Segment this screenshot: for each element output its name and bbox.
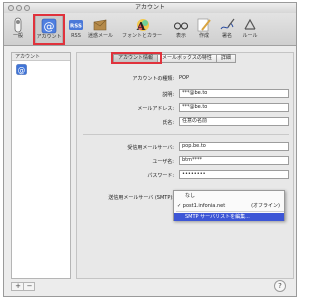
rss-icon: RSS bbox=[69, 20, 83, 30]
toolbar-signatures-label: 署名 bbox=[221, 33, 232, 39]
signature-pen-icon bbox=[220, 18, 235, 30]
description-label: 説明: bbox=[162, 92, 174, 98]
toolbar-viewing[interactable]: 表示 bbox=[170, 14, 192, 44]
screenshot-frame: アカウント 一般 @ アカウント RSS RSS 迷惑メール A フォントとカラ… bbox=[0, 0, 300, 300]
svg-text:RSS: RSS bbox=[70, 24, 82, 30]
password-field[interactable]: •••••••• bbox=[179, 170, 289, 179]
junk-mail-icon bbox=[93, 19, 107, 31]
toolbar-rss[interactable]: RSS RSS bbox=[65, 14, 87, 44]
email-label: メールアドレス: bbox=[137, 106, 174, 112]
close-window-button[interactable] bbox=[8, 5, 14, 11]
tab-mailbox-behaviors[interactable]: メールボックスの特性 bbox=[158, 54, 217, 63]
svg-text:A: A bbox=[136, 20, 146, 33]
fullname-field[interactable]: 任意の名前 bbox=[179, 117, 289, 126]
incoming-server-field[interactable]: pop.be.to bbox=[179, 142, 289, 151]
popup-separator bbox=[176, 211, 284, 212]
fonts-colors-icon: A bbox=[136, 19, 149, 33]
toolbar-rules-label: ルール bbox=[242, 33, 258, 39]
email-field[interactable]: ***@be.to bbox=[179, 103, 289, 112]
general-switch-icon bbox=[14, 17, 22, 33]
remove-account-button[interactable]: − bbox=[23, 283, 35, 290]
toolbar-general-label: 一般 bbox=[12, 33, 23, 39]
section-separator bbox=[83, 134, 289, 135]
viewing-glasses-icon bbox=[174, 22, 188, 30]
account-list-item[interactable]: @ bbox=[16, 64, 27, 75]
account-at-icon: @ bbox=[16, 64, 27, 75]
rules-icon bbox=[244, 18, 256, 30]
account-list-buttons: + − bbox=[11, 282, 35, 291]
toolbar-fonts-colors[interactable]: A フォントとカラー bbox=[122, 14, 162, 44]
account-list-header: アカウント bbox=[12, 53, 70, 61]
toolbar-signatures[interactable]: 署名 bbox=[216, 14, 238, 44]
account-type-label: アカウントの種類: bbox=[132, 76, 174, 82]
username-label: ユーザ名: bbox=[152, 159, 174, 165]
smtp-option-post1[interactable]: ✓ post1.infonia.net (オフライン) bbox=[174, 202, 284, 210]
accounts-tab-highlight bbox=[33, 14, 65, 45]
toolbar-rules[interactable]: ルール bbox=[239, 14, 261, 44]
tab-advanced[interactable]: 詳細 bbox=[216, 54, 236, 63]
svg-text:@: @ bbox=[18, 65, 26, 74]
preferences-toolbar: 一般 @ アカウント RSS RSS 迷惑メール A フォントとカラー 表示 作… bbox=[4, 13, 296, 46]
toolbar-junk-mail[interactable]: 迷惑メール bbox=[88, 14, 114, 44]
edit-smtp-server-list-item[interactable]: SMTP サーバリストを編集... bbox=[174, 213, 284, 221]
smtp-option-post1-label: post1.infonia.net bbox=[182, 203, 226, 209]
account-type-value: POP bbox=[179, 75, 189, 81]
minimize-window-button[interactable] bbox=[16, 5, 22, 11]
account-list: アカウント @ bbox=[11, 52, 71, 279]
preferences-window: アカウント 一般 @ アカウント RSS RSS 迷惑メール A フォントとカラ… bbox=[3, 2, 297, 297]
smtp-server-popup-menu: なし ✓ post1.infonia.net (オフライン) SMTP サーバリ… bbox=[173, 190, 285, 221]
smtp-option-post1-status: (オフライン) bbox=[251, 203, 280, 209]
account-detail-pane: アカウント情報 メールボックスの特性 詳細 アカウントの種類: POP 説明: … bbox=[76, 52, 294, 279]
description-field[interactable]: ***@be.to bbox=[179, 89, 289, 98]
account-info-tab-highlight bbox=[111, 52, 162, 64]
smtp-option-none[interactable]: なし bbox=[174, 192, 284, 200]
zoom-window-button[interactable] bbox=[24, 5, 30, 11]
fullname-label: 氏名: bbox=[162, 120, 174, 126]
title-bar: アカウント bbox=[4, 3, 296, 13]
toolbar-composing-label: 作成 bbox=[198, 33, 209, 39]
smtp-server-label: 送信用メールサーバ (SMTP): bbox=[108, 195, 174, 201]
toolbar-junk-mail-label: 迷惑メール bbox=[88, 33, 114, 39]
password-label: パスワード: bbox=[147, 173, 174, 179]
toolbar-viewing-label: 表示 bbox=[175, 33, 186, 39]
toolbar-rss-label: RSS bbox=[71, 33, 81, 39]
toolbar-fonts-colors-label: フォントとカラー bbox=[122, 33, 163, 39]
window-title: アカウント bbox=[134, 4, 165, 11]
username-field[interactable]: btm**** bbox=[179, 156, 289, 165]
help-button[interactable]: ? bbox=[274, 280, 286, 292]
toolbar-general[interactable]: 一般 bbox=[7, 14, 29, 44]
selected-checkmark-icon: ✓ bbox=[177, 203, 182, 209]
incoming-server-label: 受信用メールサーバ: bbox=[127, 145, 174, 151]
composing-pencil-icon bbox=[197, 18, 211, 32]
toolbar-composing[interactable]: 作成 bbox=[193, 14, 215, 44]
